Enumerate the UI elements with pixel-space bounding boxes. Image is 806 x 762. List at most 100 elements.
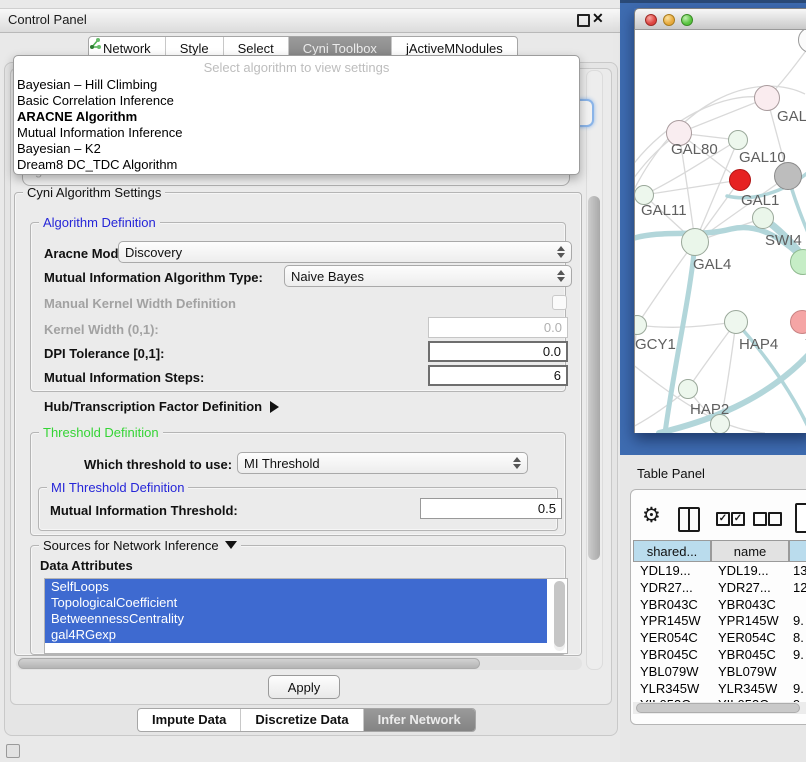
close-icon[interactable]: ✕ — [592, 10, 604, 27]
which-threshold-combobox[interactable]: MI Threshold — [237, 452, 528, 474]
table-cell: YDR27... — [640, 580, 693, 595]
network-node-label: GAL80 — [671, 141, 718, 158]
table-icon[interactable] — [795, 503, 806, 533]
kernel-width-field[interactable]: 0.0 — [428, 317, 568, 338]
close-traffic-light-icon[interactable] — [645, 14, 657, 26]
tab-discretize-data[interactable]: Discretize Data — [240, 709, 362, 731]
manual-kernel-width-label: Manual Kernel Width Definition — [44, 296, 236, 311]
tab-infer-network[interactable]: Infer Network — [363, 709, 475, 731]
split-columns-icon[interactable] — [678, 507, 700, 532]
aracne-mode-combobox[interactable]: Discovery — [118, 241, 572, 263]
column-header-1[interactable]: shared... — [633, 540, 711, 562]
stepper-arrows-icon — [556, 270, 565, 282]
minimize-traffic-light-icon[interactable] — [663, 14, 675, 26]
kernel-width-label: Kernel Width (0,1): — [44, 322, 159, 337]
table-row[interactable]: YBR043CYBR043C — [633, 597, 806, 614]
algorithm-definition-title: Algorithm Definition — [39, 215, 160, 230]
algorithm-popup-hint: Select algorithm to view settings — [14, 60, 579, 77]
cyni-algorithm-settings-title: Cyni Algorithm Settings — [23, 185, 165, 200]
table-cell: 9. — [793, 613, 804, 628]
algorithm-option[interactable]: ARACNE Algorithm — [14, 109, 579, 125]
mi-steps-field[interactable]: 6 — [428, 365, 568, 386]
gear-icon[interactable]: ⚙ — [642, 503, 661, 528]
algorithm-option[interactable]: Bayesian – Hill Climbing — [14, 77, 579, 93]
network-node-label: GAL11 — [641, 202, 687, 219]
network-node-gal1[interactable] — [729, 169, 751, 191]
sources-title: Sources for Network Inference — [39, 538, 241, 553]
data-attributes-label: Data Attributes — [40, 558, 133, 573]
table-horizontal-scrollbar-thumb[interactable] — [636, 703, 800, 713]
float-window-icon[interactable] — [577, 14, 590, 27]
control-panel-title: Control Panel — [8, 12, 87, 27]
network-node-swi4[interactable] — [752, 207, 774, 229]
table-row[interactable]: YPR145WYPR145W9. — [633, 613, 806, 630]
table-cell: YBL079W — [640, 664, 699, 679]
table-cell: YBR043C — [718, 597, 776, 612]
algorithm-option[interactable]: Basic Correlation Inference — [14, 93, 579, 109]
table-row[interactable]: YBR045CYBR045C9. — [633, 647, 806, 664]
network-node-hap4[interactable] — [724, 310, 748, 334]
network-node-hap2[interactable] — [678, 379, 698, 399]
mi-threshold-field[interactable]: 0.5 — [420, 498, 562, 519]
table-cell: 8. — [793, 630, 804, 645]
network-node-label: HAP4 — [739, 336, 778, 353]
zoom-traffic-light-icon[interactable] — [681, 14, 693, 26]
table-row[interactable]: YLR345WYLR345W9. — [633, 681, 806, 698]
attribute-item[interactable]: SelfLoops — [45, 579, 547, 595]
mi-algorithm-type-combobox[interactable]: Naive Bayes — [284, 265, 572, 287]
apply-button[interactable]: Apply — [268, 675, 340, 699]
network-canvas[interactable]: GALGAL80GAL10GAL1GAL11SWI4GAL4GCY1HAP4YH… — [634, 30, 806, 433]
algorithm-option[interactable]: Dream8 DC_TDC Algorithm — [14, 157, 579, 173]
network-node[interactable] — [774, 162, 802, 190]
mi-steps-label: Mutual Information Steps: — [44, 370, 204, 385]
network-node-gal10[interactable] — [728, 130, 748, 150]
mi-algorithm-type-value: Naive Bayes — [291, 269, 556, 284]
network-node-gal4[interactable] — [681, 228, 709, 256]
bottom-tabbar: Impute DataDiscretize DataInfer Network — [137, 708, 476, 732]
data-attributes-list[interactable]: SelfLoopsTopologicalCoefficientBetweenne… — [44, 578, 568, 654]
checked-checkbox-icon[interactable]: ✓ — [731, 512, 745, 526]
algorithm-option[interactable]: Bayesian – K2 — [14, 141, 579, 157]
dpi-tolerance-value: 0.0 — [543, 344, 561, 359]
list-scrollbar-thumb[interactable] — [554, 581, 565, 647]
network-window-titlebar[interactable] — [634, 8, 806, 30]
checked-checkbox-icon[interactable]: ✓ — [716, 512, 730, 526]
mi-threshold-label: Mutual Information Threshold: — [50, 503, 238, 518]
attribute-item[interactable]: TopologicalCoefficient — [45, 595, 547, 611]
hub-definition-toggle[interactable]: Hub/Transcription Factor Definition — [44, 399, 279, 414]
tab-impute-data[interactable]: Impute Data — [138, 709, 240, 731]
panel-corner-icon[interactable] — [6, 744, 20, 758]
dpi-tolerance-field[interactable]: 0.0 — [428, 341, 568, 362]
table-row[interactable]: YDR27... YDR27... 12 — [633, 580, 806, 597]
table-cell: YBL079W — [718, 664, 777, 679]
stepper-arrows-icon — [556, 246, 565, 258]
table-row[interactable]: YER054CYER054C8. — [633, 630, 806, 647]
unchecked-checkbox-icon[interactable] — [768, 512, 782, 526]
attribute-item[interactable]: gal4RGexp — [45, 627, 547, 643]
table-cell: YDR27... — [718, 580, 771, 595]
unchecked-checkbox-icon[interactable] — [753, 512, 767, 526]
column-header-2[interactable]: name — [711, 540, 789, 562]
screen: Control Panel ✕ NetworkStyleSelectCyni T… — [0, 0, 806, 762]
table-row[interactable]: YDL19...YDL19...13 — [633, 563, 806, 580]
apply-button-label: Apply — [288, 680, 321, 695]
network-node[interactable] — [710, 414, 730, 433]
column-header-3[interactable]: A — [789, 540, 806, 562]
dpi-tolerance-label: DPI Tolerance [0,1]: — [44, 346, 164, 361]
kernel-width-value: 0.0 — [544, 320, 562, 335]
table-cell: 9. — [793, 681, 804, 696]
table-cell: YER054C — [718, 630, 776, 645]
algorithm-option[interactable]: Mutual Information Inference — [14, 125, 579, 141]
aracne-mode-value: Discovery — [125, 245, 556, 260]
table-row[interactable]: YBL079W YBL079W — [633, 664, 806, 681]
chevron-right-icon — [270, 401, 279, 413]
table-cell: YDL19... — [718, 563, 769, 578]
hub-definition-label: Hub/Transcription Factor Definition — [44, 399, 262, 414]
attribute-item[interactable]: BetweennessCentrality — [45, 611, 547, 627]
table-cell: 12 — [793, 580, 806, 595]
chevron-down-icon — [225, 541, 237, 549]
mi-threshold-value: 0.5 — [538, 501, 556, 516]
settings-horizontal-scrollbar-thumb[interactable] — [18, 658, 480, 669]
manual-kernel-width-checkbox[interactable] — [552, 295, 567, 310]
settings-vertical-scrollbar-thumb[interactable] — [588, 196, 600, 560]
